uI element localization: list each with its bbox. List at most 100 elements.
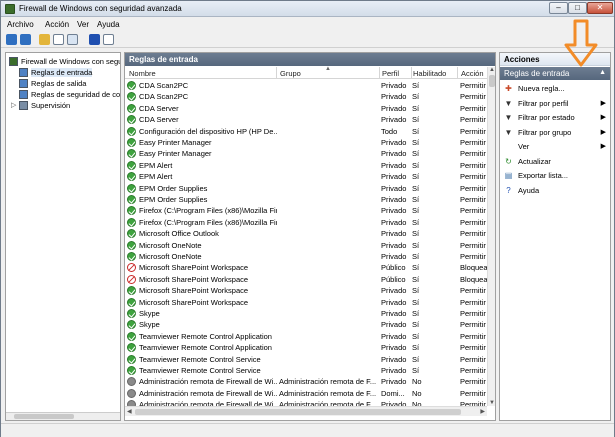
column-header-enabled[interactable]: Habilitado	[413, 69, 446, 78]
tree-item-3[interactable]: Reglas de seguridad de conexión	[6, 89, 120, 100]
table-row[interactable]: Teamviewer Remote Control Service Privado…	[125, 365, 487, 376]
cell-action: Permitir	[460, 286, 486, 296]
expand-icon[interactable]: ▷	[11, 101, 16, 109]
cell-enabled: Sí	[412, 81, 420, 90]
tree-item-1[interactable]: Reglas de entrada	[6, 67, 120, 78]
cell-enabled: Sí	[412, 115, 420, 125]
cell-name: Configuración del dispositivo HP (HP De.…	[139, 126, 277, 136]
cell-action: Permitir	[460, 343, 486, 353]
table-row[interactable]: Teamviewer Remote Control Application Pri…	[125, 342, 487, 353]
cell-name: Microsoft OneNote	[139, 252, 202, 261]
allow-check-icon	[127, 126, 136, 136]
firewall-icon	[9, 57, 18, 66]
cell-action: Permitir	[460, 92, 486, 102]
cell-profile: Privado	[381, 252, 407, 261]
rules-horizontal-scrollbar[interactable]: ◀ ▶	[125, 406, 487, 416]
column-header-profile[interactable]: Perfil	[382, 69, 399, 78]
action-item-5[interactable]: ↻ Actualizar	[500, 155, 610, 169]
connection-security-icon	[19, 90, 28, 99]
allow-check-icon	[127, 286, 136, 296]
table-row[interactable]: CDA Scan2PC Privado Sí Permitir	[125, 80, 487, 91]
table-row[interactable]: Configuración del dispositivo HP (HP De.…	[125, 126, 487, 137]
table-row[interactable]: Teamviewer Remote Control Service Privado…	[125, 354, 487, 365]
table-row[interactable]: CDA Server Privado Sí Permitir	[125, 103, 487, 114]
column-header-name[interactable]: Nombre	[129, 69, 156, 78]
column-header-action[interactable]: Acción	[461, 69, 484, 78]
export-icon[interactable]	[67, 34, 78, 45]
table-row[interactable]: Microsoft SharePoint Workspace Privado Sí P…	[125, 285, 487, 296]
cell-profile: Privado	[381, 81, 407, 90]
rules-vertical-scrollbar[interactable]: ▲ ▼	[487, 67, 495, 406]
title-bar: Firewall de Windows con seguridad avanza…	[1, 1, 614, 17]
menu-archivo[interactable]: Archivo	[7, 20, 34, 29]
tree-horizontal-scrollbar[interactable]	[6, 412, 120, 420]
cell-profile: Privado	[381, 149, 407, 159]
table-row[interactable]: CDA Server Privado Sí Permitir	[125, 114, 487, 125]
tree-item-2[interactable]: Reglas de salida	[6, 78, 120, 89]
table-row[interactable]: Microsoft Office Outlook Privado Sí Permiti…	[125, 228, 487, 239]
cell-name: EPM Order Supplies	[139, 183, 208, 193]
allow-check-icon	[127, 229, 136, 239]
action-item-6[interactable]: ▤ Exportar lista...	[500, 169, 610, 183]
monitoring-icon	[19, 101, 28, 110]
table-row[interactable]: Skype Privado Sí Permitir	[125, 319, 487, 330]
submenu-arrow-icon: ▶	[600, 143, 606, 150]
table-row[interactable]: Easy Printer Manager Privado Sí Permitir	[125, 137, 487, 148]
cell-enabled: Sí	[412, 195, 420, 204]
action-label: Filtrar por grupo	[518, 127, 572, 137]
table-row[interactable]: Microsoft OneNote Privado Sí Permitir	[125, 240, 487, 251]
forward-icon[interactable]	[20, 34, 31, 45]
table-row[interactable]: Teamviewer Remote Control Application Pri…	[125, 331, 487, 342]
column-header-group[interactable]: Grupo	[280, 69, 301, 78]
action-item-7[interactable]: ? Ayuda	[500, 184, 610, 198]
cell-enabled: Sí	[412, 172, 420, 182]
table-row[interactable]: Administración remota de Firewall de Wi.…	[125, 388, 487, 399]
menu-ayuda[interactable]: Ayuda	[97, 20, 120, 29]
cell-name: CDA Server	[139, 115, 179, 125]
back-icon[interactable]	[6, 34, 17, 45]
collapse-caret-icon[interactable]: ▲	[599, 69, 606, 76]
properties-icon[interactable]	[103, 34, 114, 45]
table-row[interactable]: Microsoft SharePoint Workspace Público Sí B…	[125, 274, 487, 285]
allow-check-icon	[127, 366, 136, 375]
up-folder-icon[interactable]	[39, 34, 50, 45]
cell-action: Permitir	[460, 115, 486, 125]
menu-bar: Archivo Acción Ver Ayuda	[1, 18, 614, 32]
action-item-2[interactable]: ▼ Filtrar por estado ▶	[500, 111, 610, 125]
action-item-1[interactable]: ▼ Filtrar por perfil ▶	[500, 97, 610, 111]
table-row[interactable]: Microsoft SharePoint Workspace Privado Sí P…	[125, 297, 487, 308]
table-row[interactable]: Microsoft SharePoint Workspace Público Sí B…	[125, 262, 487, 273]
menu-ver[interactable]: Ver	[77, 20, 89, 29]
table-row[interactable]: Administración remota de Firewall de Wi.…	[125, 399, 487, 406]
allow-check-icon	[127, 331, 136, 341]
help-icon[interactable]	[89, 34, 100, 45]
table-row[interactable]: Firefox (C:\Program Files (x86)\Mozilla …	[125, 205, 487, 216]
maximize-button[interactable]: □	[568, 2, 587, 14]
table-row[interactable]: EPM Order Supplies Privado Sí Permitir	[125, 194, 487, 205]
minimize-button[interactable]: –	[549, 2, 568, 14]
table-row[interactable]: EPM Alert Privado Sí Permitir	[125, 171, 487, 182]
cell-name: Firefox (C:\Program Files (x86)\Mozilla …	[139, 206, 277, 216]
show-hide-tree-icon[interactable]	[53, 34, 64, 45]
action-label: Actualizar	[518, 156, 551, 166]
tree-item-label: Reglas de salida	[31, 79, 87, 88]
allow-check-icon	[127, 195, 136, 204]
table-row[interactable]: Easy Printer Manager Privado Sí Permitir	[125, 148, 487, 159]
allow-check-icon	[127, 354, 136, 364]
cell-name: CDA Scan2PC	[139, 92, 189, 102]
table-row[interactable]: Skype Privado Sí Permitir	[125, 308, 487, 319]
table-row[interactable]: Microsoft OneNote Privado Sí Permitir	[125, 251, 487, 262]
tree-item-0[interactable]: Firewall de Windows con seguridad avanza…	[6, 56, 120, 67]
action-item-0[interactable]: ✚ Nueva regla...	[500, 82, 610, 96]
table-row[interactable]: CDA Scan2PC Privado Sí Permitir	[125, 91, 487, 102]
close-button[interactable]: ✕	[587, 2, 613, 14]
table-row[interactable]: Administración remota de Firewall de Wi.…	[125, 376, 487, 387]
tree-item-4[interactable]: ▷ Supervisión	[6, 100, 120, 111]
action-item-3[interactable]: ▼ Filtrar por grupo ▶	[500, 126, 610, 140]
menu-accion[interactable]: Acción	[45, 20, 69, 29]
table-row[interactable]: EPM Alert Privado Sí Permitir	[125, 160, 487, 171]
table-row[interactable]: EPM Order Supplies Privado Sí Permitir	[125, 183, 487, 194]
table-row[interactable]: Firefox (C:\Program Files (x86)\Mozilla …	[125, 217, 487, 228]
action-item-4[interactable]: Ver ▶	[500, 140, 610, 154]
cell-action: Permitir	[460, 320, 486, 330]
